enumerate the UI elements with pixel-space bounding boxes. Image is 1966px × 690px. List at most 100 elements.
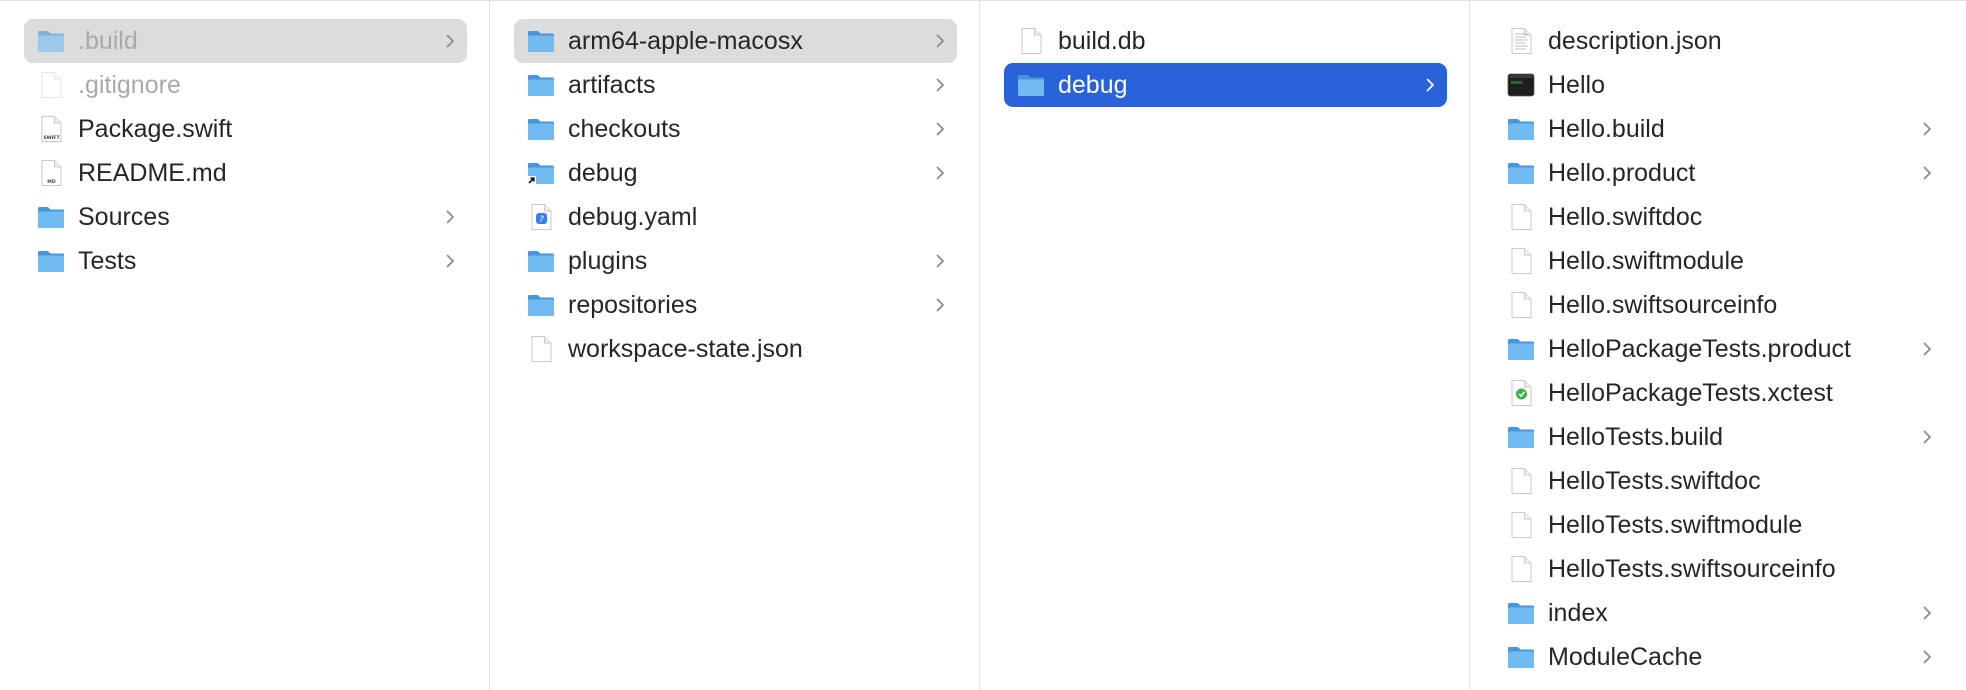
item-label: .gitignore [78, 71, 181, 99]
list-item-readme-md[interactable]: MD README.md [24, 151, 467, 195]
list-item-hellopackagetests-xctest[interactable]: HelloPackageTests.xctest [1494, 371, 1944, 415]
document-icon [1506, 510, 1536, 540]
folder-icon [1506, 642, 1536, 672]
list-item-package-swift[interactable]: SWIFT Package.swift [24, 107, 467, 151]
item-label: HelloPackageTests.xctest [1548, 379, 1833, 407]
item-label: HelloTests.swiftdoc [1548, 467, 1761, 495]
document-icon [36, 70, 66, 100]
swift-file-icon: SWIFT [36, 114, 66, 144]
list-item-sources[interactable]: Sources [24, 195, 467, 239]
item-label: description.json [1548, 27, 1722, 55]
item-label: index [1548, 599, 1608, 627]
folder-icon [36, 246, 66, 276]
chevron-right-icon [933, 77, 947, 93]
column-arm64-apple-macosx[interactable]: build.db debug [980, 1, 1470, 690]
list-item-debug-yaml[interactable]: ? debug.yaml [514, 195, 957, 239]
svg-text:exec: exec [1511, 80, 1523, 86]
item-label: HelloTests.swiftsourceinfo [1548, 555, 1836, 583]
list-item-arm64-apple-macosx[interactable]: arm64-apple-macosx [514, 19, 957, 63]
list-item-hellotests-swiftmodule[interactable]: HelloTests.swiftmodule [1494, 503, 1944, 547]
chevron-right-icon [443, 209, 457, 225]
column-root[interactable]: .build .gitignore SWIFT Package.swift MD R… [0, 1, 490, 690]
list-item-hello-product[interactable]: Hello.product [1494, 151, 1944, 195]
markdown-file-icon: MD [36, 158, 66, 188]
folder-icon [1016, 70, 1046, 100]
list-item-build-db[interactable]: build.db [1004, 19, 1447, 63]
item-label: Hello.swiftsourceinfo [1548, 291, 1778, 319]
terminal-executable-icon: exec [1506, 70, 1536, 100]
item-label: workspace-state.json [568, 335, 803, 363]
chevron-right-icon [443, 253, 457, 269]
chevron-right-icon [933, 33, 947, 49]
yaml-file-icon: ? [526, 202, 556, 232]
item-label: checkouts [568, 115, 681, 143]
item-label: Package.swift [78, 115, 233, 143]
list-item-build[interactable]: .build [24, 19, 467, 63]
chevron-right-icon [933, 165, 947, 181]
item-label: artifacts [568, 71, 656, 99]
list-item-debug[interactable]: debug [1004, 63, 1447, 107]
document-icon [1016, 26, 1046, 56]
list-item-debug[interactable]: debug [514, 151, 957, 195]
folder-icon [526, 290, 556, 320]
item-label: repositories [568, 291, 698, 319]
item-label: debug [1058, 71, 1128, 99]
folder-icon [526, 70, 556, 100]
folder-alias-icon [526, 158, 556, 188]
list-item-gitignore[interactable]: .gitignore [24, 63, 467, 107]
folder-icon [1506, 158, 1536, 188]
svg-text:SWIFT: SWIFT [43, 135, 60, 141]
folder-icon [1506, 598, 1536, 628]
document-icon [1506, 202, 1536, 232]
folder-icon [526, 26, 556, 56]
list-item-tests[interactable]: Tests [24, 239, 467, 283]
chevron-right-icon [1920, 341, 1934, 357]
document-icon [1506, 246, 1536, 276]
list-item-plugins[interactable]: plugins [514, 239, 957, 283]
list-item-hellotests-swiftsourceinfo[interactable]: HelloTests.swiftsourceinfo [1494, 547, 1944, 591]
item-label: Hello.swiftdoc [1548, 203, 1703, 231]
chevron-right-icon [933, 253, 947, 269]
column-browser: .build .gitignore SWIFT Package.swift MD R… [0, 0, 1966, 690]
list-item-index[interactable]: index [1494, 591, 1944, 635]
chevron-right-icon [1423, 77, 1437, 93]
folder-icon [526, 114, 556, 144]
chevron-right-icon [1920, 605, 1934, 621]
list-item-modulecache[interactable]: ModuleCache [1494, 635, 1944, 679]
document-icon [1506, 554, 1536, 584]
folder-icon [1506, 114, 1536, 144]
list-item-hello[interactable]: exec Hello [1494, 63, 1944, 107]
list-item-hellopackagetests-product[interactable]: HelloPackageTests.product [1494, 327, 1944, 371]
item-label: Hello.swiftmodule [1548, 247, 1744, 275]
list-item-hellotests-swiftdoc[interactable]: HelloTests.swiftdoc [1494, 459, 1944, 503]
list-item-hellotests-build[interactable]: HelloTests.build [1494, 415, 1944, 459]
column-build[interactable]: arm64-apple-macosx artifacts checkouts d… [490, 1, 980, 690]
list-item-hello-swiftsourceinfo[interactable]: Hello.swiftsourceinfo [1494, 283, 1944, 327]
list-item-description-json[interactable]: description.json [1494, 19, 1944, 63]
list-item-workspace-state-json[interactable]: workspace-state.json [514, 327, 957, 371]
item-label: HelloTests.build [1548, 423, 1724, 451]
chevron-right-icon [1920, 121, 1934, 137]
item-label: debug.yaml [568, 203, 698, 231]
column-debug[interactable]: description.json exec Hello Hello.build … [1470, 1, 1966, 690]
item-label: HelloTests.swiftmodule [1548, 511, 1803, 539]
item-label: README.md [78, 159, 227, 187]
chevron-right-icon [933, 297, 947, 313]
list-item-checkouts[interactable]: checkouts [514, 107, 957, 151]
list-item-artifacts[interactable]: artifacts [514, 63, 957, 107]
item-label: Tests [78, 247, 137, 275]
item-label: Hello.product [1548, 159, 1696, 187]
folder-icon [1506, 422, 1536, 452]
list-item-repositories[interactable]: repositories [514, 283, 957, 327]
item-label: Hello.build [1548, 115, 1665, 143]
text-document-icon [1506, 26, 1536, 56]
xctest-bundle-icon [1506, 378, 1536, 408]
chevron-right-icon [1920, 165, 1934, 181]
item-label: build.db [1058, 27, 1146, 55]
item-label: HelloPackageTests.product [1548, 335, 1851, 363]
item-label: Sources [78, 203, 170, 231]
list-item-hello-swiftdoc[interactable]: Hello.swiftdoc [1494, 195, 1944, 239]
list-item-hello-swiftmodule[interactable]: Hello.swiftmodule [1494, 239, 1944, 283]
list-item-hello-build[interactable]: Hello.build [1494, 107, 1944, 151]
chevron-right-icon [1920, 649, 1934, 665]
